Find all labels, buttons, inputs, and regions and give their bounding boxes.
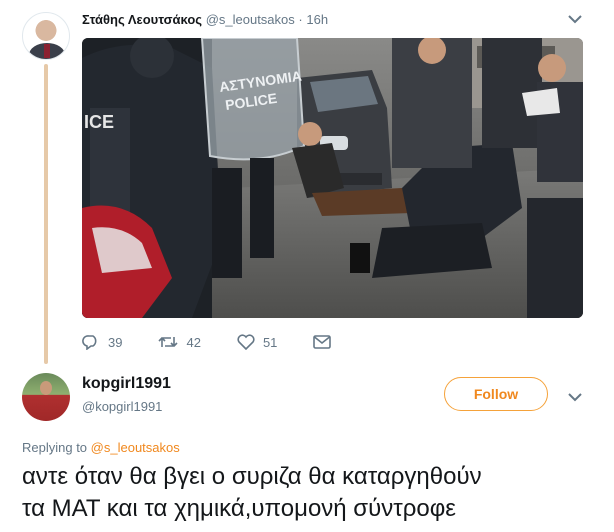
like-count: 51 [262,334,278,350]
tweet-actions: 39 42 51 [82,330,375,354]
header-separator: · [298,12,303,27]
thread-connector [44,64,48,364]
reply-icon [82,335,97,350]
parent-tweet: Στάθης Λεουτσάκος @s_leoutsakos · 16h ΑΣ… [0,0,614,365]
reply-author-handle[interactable]: @kopgirl1991 [82,399,162,414]
message-action[interactable] [313,335,339,349]
author-name[interactable]: Στάθης Λεουτσάκος [82,12,202,27]
reply-tweet: kopgirl1991 @kopgirl1991 Follow Replying… [0,365,614,532]
like-icon [237,334,255,350]
chevron-down-icon[interactable] [568,392,582,402]
protest-scene: ΑΣΤΥΝΟΜΙΑ POLICE ICE [82,38,583,318]
tweet-text-line-2: τα ΜΑΤ και τα χημικά,υπομονή σύντροφε [22,495,456,522]
retweet-count: 42 [186,334,201,350]
follow-button[interactable]: Follow [444,377,548,411]
like-action[interactable]: 51 [237,334,277,350]
replying-prefix: Replying to [22,440,88,455]
reply-tweet-text: αντε όταν θα βγει ο συριζα θα καταργηθού… [22,461,602,525]
avatar-head [40,381,52,395]
replying-to-line: Replying to @s_leoutsakos [22,440,180,455]
reply-author-name[interactable]: kopgirl1991 [82,375,171,393]
reply-author-avatar[interactable] [22,373,70,421]
vest-text: ICE [84,112,114,132]
retweet-icon [158,337,179,347]
tweet-timestamp[interactable]: 16h [306,12,328,27]
reply-count: 39 [108,334,123,350]
author-avatar[interactable] [22,12,70,60]
chevron-down-icon[interactable] [568,14,582,24]
tweet-text-line-1: αντε όταν θα βγει ο συριζα θα καταργηθού… [22,463,482,490]
retweet-action[interactable]: 42 [158,334,201,350]
replying-to-link[interactable]: @s_leoutsakos [91,440,180,455]
author-handle[interactable]: @s_leoutsakos [206,12,295,27]
tweet-header: Στάθης Λεουτσάκος @s_leoutsakos · 16h [82,12,328,27]
reply-action[interactable]: 39 [82,334,122,350]
avatar-tie [44,44,50,58]
tweet-photo[interactable]: ΑΣΤΥΝΟΜΙΑ POLICE ICE [82,38,583,318]
message-icon [313,335,332,349]
